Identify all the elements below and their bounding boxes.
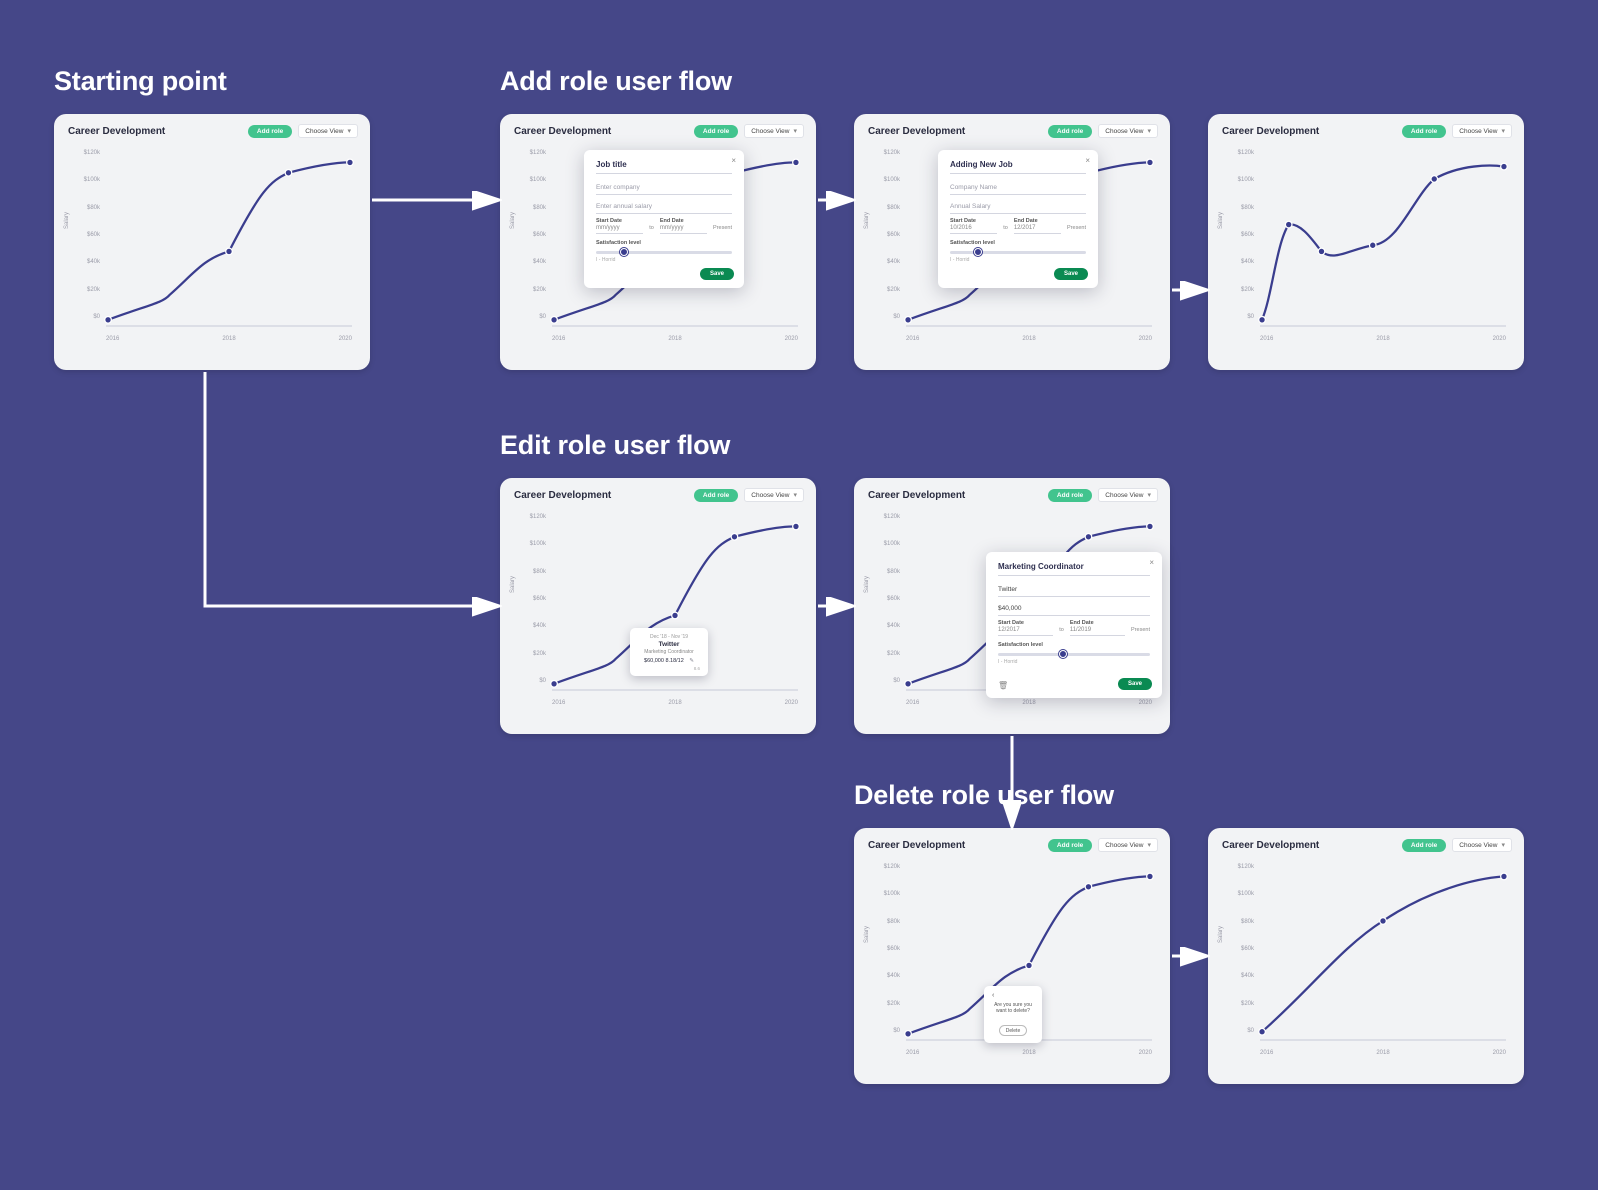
salary-input[interactable]: $40,000: [998, 601, 1150, 616]
chart-area: Salary $120k$100k$80k $60k$40k$20k $0 20…: [66, 144, 358, 354]
choose-view-dropdown[interactable]: Choose View▾: [1452, 838, 1512, 852]
save-button[interactable]: Save: [1054, 268, 1088, 280]
save-button[interactable]: Save: [1118, 678, 1152, 690]
add-role-button[interactable]: Add role: [1402, 125, 1446, 138]
choose-view-dropdown[interactable]: Choose View▾: [1098, 838, 1158, 852]
present-toggle[interactable]: Present: [1131, 627, 1150, 636]
salary-input[interactable]: Annual Salary: [950, 199, 1086, 214]
add-role-button[interactable]: Add role: [694, 489, 738, 502]
add-role-button[interactable]: Add role: [694, 125, 738, 138]
card-starting: Career Development Add role Choose View …: [54, 114, 370, 370]
section-title-add: Add role user flow: [500, 66, 732, 97]
chevron-down-icon: ▾: [347, 127, 351, 135]
company-input[interactable]: Company Name: [950, 180, 1086, 195]
card-title: Career Development: [514, 126, 611, 137]
card-delete-1: Career Development Add role Choose View▾…: [854, 828, 1170, 1084]
end-date-input[interactable]: 12/2017: [1014, 225, 1061, 234]
add-role-button[interactable]: Add role: [1048, 489, 1092, 502]
satisfaction-slider[interactable]: [950, 251, 1086, 254]
date-to: to: [649, 225, 654, 234]
back-icon[interactable]: ‹: [992, 992, 1034, 999]
modal-title-input[interactable]: Adding New Job: [950, 160, 1086, 174]
card-add-1: Career Development Add role Choose View▾…: [500, 114, 816, 370]
plot: [106, 150, 352, 326]
chevron-down-icon: ▾: [1147, 127, 1151, 135]
tooltip-rating: 8.18/12: [665, 658, 683, 664]
chevron-down-icon: ▾: [1501, 127, 1505, 135]
present-toggle[interactable]: Present: [713, 225, 732, 234]
end-date-label: End Date: [660, 218, 707, 224]
choose-view-dropdown[interactable]: Choose View▾: [744, 488, 804, 502]
section-title-starting: Starting point: [54, 66, 227, 97]
card-edit-1: Career Development Add role Choose View▾…: [500, 478, 816, 734]
close-icon[interactable]: ×: [1149, 558, 1154, 567]
add-role-button[interactable]: Add role: [1048, 125, 1092, 138]
choose-view-dropdown[interactable]: Choose View▾: [1098, 124, 1158, 138]
end-date-input[interactable]: mm/yyyy: [660, 225, 707, 234]
edit-icon[interactable]: ✎: [689, 658, 694, 664]
satisfaction-label: Satisfaction level: [596, 240, 732, 246]
close-icon[interactable]: ×: [1085, 156, 1090, 165]
delete-confirm-dialog: ‹ Are you sure you want to delete? Delet…: [984, 986, 1042, 1043]
satisfaction-slider[interactable]: [596, 251, 732, 254]
confirm-text: Are you sure you want to delete?: [992, 1002, 1034, 1015]
card-edit-2: Career Development Add role Choose View▾…: [854, 478, 1170, 734]
card-title: Career Development: [68, 126, 165, 137]
chevron-down-icon: ▾: [1501, 841, 1505, 849]
x-axis: 201620182020: [106, 336, 352, 342]
choose-view-dropdown[interactable]: Choose View▾: [744, 124, 804, 138]
trash-icon[interactable]: 🗑: [998, 681, 1008, 690]
chevron-down-icon: ▾: [1147, 841, 1151, 849]
delete-button[interactable]: Delete: [999, 1025, 1027, 1036]
satisfaction-slider[interactable]: [998, 653, 1150, 656]
modal-title-input[interactable]: Job title: [596, 160, 732, 174]
tooltip-satisfaction: 8.6: [638, 666, 700, 671]
slider-knob[interactable]: [1059, 650, 1067, 658]
section-title-delete: Delete role user flow: [854, 780, 1114, 811]
tooltip-dates: Dec '18 - Nov '19: [638, 634, 700, 640]
add-role-modal-blank: × Job title Enter company Enter annual s…: [584, 150, 744, 288]
add-role-button[interactable]: Add role: [1402, 839, 1446, 852]
slider-knob[interactable]: [974, 248, 982, 256]
y-axis-label: Salary: [64, 212, 70, 229]
chevron-down-icon: ▾: [1147, 491, 1151, 499]
choose-view-dropdown[interactable]: Choose View▾: [1098, 488, 1158, 502]
y-axis: $120k$100k$80k $60k$40k$20k $0: [76, 150, 100, 320]
chevron-down-icon: ▾: [793, 127, 797, 135]
card-add-3: Career Development Add role Choose View▾…: [1208, 114, 1524, 370]
tooltip-company: Twitter: [638, 641, 700, 648]
tooltip-salary: $60,000: [644, 658, 664, 664]
section-title-edit: Edit role user flow: [500, 430, 730, 461]
salary-input[interactable]: Enter annual salary: [596, 199, 732, 214]
role-tooltip[interactable]: Dec '18 - Nov '19 Twitter Marketing Coor…: [630, 628, 708, 676]
tooltip-role: Marketing Coordinator: [638, 649, 700, 655]
modal-title-input[interactable]: Marketing Coordinator: [998, 562, 1150, 576]
add-role-modal-filled: × Adding New Job Company Name Annual Sal…: [938, 150, 1098, 288]
choose-view-dropdown[interactable]: Choose View▾: [1452, 124, 1512, 138]
choose-view-label: Choose View: [305, 128, 343, 135]
company-input[interactable]: Enter company: [596, 180, 732, 195]
slider-knob[interactable]: [620, 248, 628, 256]
start-date-input[interactable]: mm/yyyy: [596, 225, 643, 234]
chevron-down-icon: ▾: [793, 491, 797, 499]
start-date-input[interactable]: 12/2017: [998, 627, 1053, 636]
card-delete-2: Career Development Add role Choose View▾…: [1208, 828, 1524, 1084]
card-add-2: Career Development Add role Choose View▾…: [854, 114, 1170, 370]
add-role-button[interactable]: Add role: [1048, 839, 1092, 852]
close-icon[interactable]: ×: [731, 156, 736, 165]
start-date-label: Start Date: [596, 218, 643, 224]
edit-role-modal: × Marketing Coordinator Twitter $40,000 …: [986, 552, 1162, 698]
add-role-button[interactable]: Add role: [248, 125, 292, 138]
choose-view-dropdown[interactable]: Choose View ▾: [298, 124, 358, 138]
start-date-input[interactable]: 10/2016: [950, 225, 997, 234]
company-input[interactable]: Twitter: [998, 582, 1150, 597]
present-toggle[interactable]: Present: [1067, 225, 1086, 234]
end-date-input[interactable]: 11/2019: [1070, 627, 1125, 636]
save-button[interactable]: Save: [700, 268, 734, 280]
